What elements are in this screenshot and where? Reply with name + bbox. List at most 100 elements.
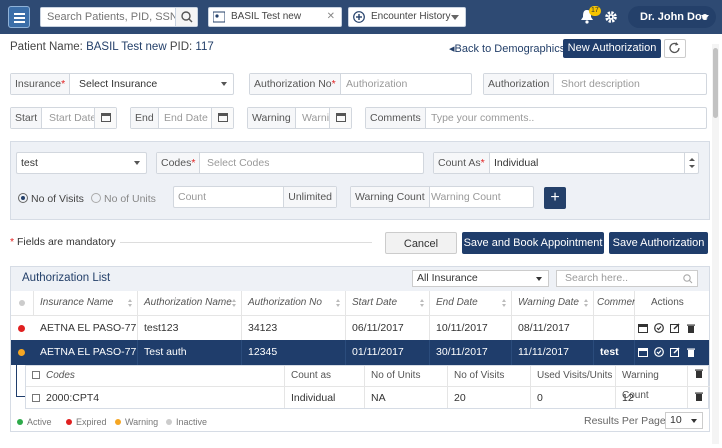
calendar-icon[interactable] — [638, 323, 648, 333]
warning-count-label: Warning Count — [351, 187, 430, 207]
start-date-input[interactable]: Start Date — [45, 108, 95, 128]
cell-warning-date: 11/11/2017 — [512, 340, 594, 365]
sub-column-used: Used Visits/Units — [531, 366, 616, 386]
check-circle-icon[interactable] — [654, 347, 664, 357]
calendar-icon[interactable] — [211, 108, 233, 128]
insurance-select[interactable]: Insurance* Select Insurance — [10, 73, 234, 95]
radio-no-of-visits[interactable]: No of Visits — [18, 193, 84, 205]
cancel-button[interactable]: Cancel — [385, 232, 457, 254]
trash-icon[interactable] — [688, 386, 710, 408]
patient-search-input[interactable] — [41, 8, 177, 26]
check-circle-icon[interactable] — [654, 323, 664, 333]
save-authorization-button[interactable]: Save Authorization — [609, 232, 708, 254]
patient-card-icon — [213, 11, 225, 23]
list-header: Authorization List All Insurance Search … — [11, 267, 709, 291]
row-checkbox[interactable] — [32, 394, 40, 402]
chevron-down-icon[interactable] — [451, 15, 459, 20]
codes-field[interactable]: Codes* Select Codes — [156, 152, 424, 174]
trash-icon[interactable] — [688, 366, 710, 386]
radio-no-of-units[interactable]: No of Units — [91, 193, 156, 205]
warning-date-input[interactable]: Warning — [298, 108, 331, 128]
cell-start-date: 06/11/2017 — [346, 316, 430, 341]
trash-icon[interactable] — [686, 347, 696, 357]
table-row[interactable]: AETNA EL PASO-77 test123 34123 06/11/201… — [11, 315, 709, 341]
save-and-book-button[interactable]: Save and Book Appointment — [462, 232, 604, 254]
comments-label: Comments — [366, 108, 426, 128]
chevron-down-icon — [134, 161, 140, 165]
pid-label: PID: — [169, 41, 193, 53]
codes-label: Codes* — [157, 153, 201, 173]
cell-insurance: AETNA EL PASO-77 — [34, 340, 138, 365]
chevron-down-icon — [701, 15, 709, 20]
calendar-icon[interactable] — [638, 347, 648, 357]
patient-search[interactable] — [40, 7, 198, 27]
hamburger-menu-icon[interactable] — [8, 6, 30, 28]
back-label: Back to Demographics — [454, 43, 566, 55]
legend-warning: Warning — [115, 417, 158, 427]
search-icon[interactable] — [175, 8, 197, 26]
sub-column-visits: No of Visits — [448, 366, 531, 386]
comments-input[interactable]: Type your comments.. — [427, 108, 534, 128]
warning-count-input[interactable]: Warning Count — [427, 187, 501, 207]
tab-patient[interactable]: BASIL Test new ✕ — [208, 7, 342, 27]
top-bar: BASIL Test new ✕ Encounter History 17 Dr… — [0, 0, 722, 34]
edit-icon[interactable] — [670, 323, 680, 333]
column-insurance-name[interactable]: Insurance Name — [34, 291, 138, 315]
sub-column-codes: Codes — [26, 366, 285, 386]
authorization-no-field[interactable]: Authorization No* Authorization — [249, 73, 472, 95]
column-authorization-no[interactable]: Authorization No — [242, 291, 346, 315]
refresh-button[interactable] — [664, 39, 686, 58]
end-date-input[interactable]: End Date — [160, 108, 212, 128]
new-authorization-button[interactable]: New Authorization — [563, 39, 661, 58]
type-select[interactable]: test — [16, 152, 147, 174]
scrollbar[interactable] — [712, 44, 719, 444]
calendar-icon[interactable] — [329, 108, 351, 128]
count-input[interactable]: Count — [174, 187, 206, 207]
authorization-list: Authorization List All Insurance Search … — [10, 266, 710, 432]
gear-icon[interactable] — [604, 10, 618, 24]
type-value: test — [21, 157, 38, 169]
authorization-description-input[interactable]: Short description — [557, 74, 640, 94]
table-row-selected[interactable]: AETNA EL PASO-77 Test auth 12345 01/11/2… — [11, 340, 709, 365]
legend-expired: Expired — [66, 417, 107, 427]
authorization-no-label: Authorization No* — [250, 74, 341, 94]
warning-count-field[interactable]: Warning Count Warning Count — [350, 186, 534, 208]
end-date-field[interactable]: End End Date — [130, 107, 234, 129]
select-all-checkbox[interactable] — [32, 371, 40, 379]
divider — [120, 242, 372, 243]
stepper-icon[interactable] — [684, 153, 698, 173]
insurance-label: Insurance* — [11, 74, 71, 94]
column-warning-date[interactable]: Warning Date — [512, 291, 594, 315]
patient-pid: 117 — [195, 41, 214, 53]
warning-date-field[interactable]: Warning Warning — [247, 107, 352, 129]
results-per-page-select[interactable]: 10 — [665, 412, 703, 429]
trash-icon[interactable] — [686, 323, 696, 333]
tab-encounter-history[interactable]: Encounter History — [348, 7, 466, 27]
start-date-field[interactable]: Start Start Date — [10, 107, 117, 129]
results-per-page-label: Results Per Page — [584, 415, 666, 427]
count-as-label: Count As* — [434, 153, 490, 173]
unlimited-toggle[interactable]: Unlimited — [283, 187, 336, 207]
authorization-description-field[interactable]: Authorization Short description — [483, 73, 707, 95]
user-name: Dr. John Doe — [640, 11, 708, 23]
chevron-down-icon — [221, 82, 227, 86]
codes-input[interactable]: Select Codes — [203, 153, 269, 173]
list-search-input[interactable]: Search here.. — [556, 270, 698, 287]
count-as-field[interactable]: Count As* Individual — [433, 152, 699, 174]
cell-comments — [594, 316, 635, 341]
edit-icon[interactable] — [670, 347, 680, 357]
insurance-filter-select[interactable]: All Insurance — [412, 270, 549, 287]
column-end-date[interactable]: End Date — [430, 291, 512, 315]
calendar-icon[interactable] — [94, 108, 116, 128]
add-code-button[interactable]: + — [544, 187, 566, 209]
comments-field[interactable]: Comments Type your comments.. — [365, 107, 707, 129]
count-field[interactable]: Count Unlimited — [173, 186, 337, 208]
authorization-no-input[interactable]: Authorization — [342, 74, 407, 94]
column-authorization-name[interactable]: Authorization Name — [138, 291, 242, 315]
column-actions: Actions — [635, 291, 709, 315]
warning-status-icon — [18, 349, 25, 356]
column-start-date[interactable]: Start Date — [346, 291, 430, 315]
close-icon[interactable]: ✕ — [327, 8, 335, 26]
user-menu[interactable]: Dr. John Doe — [628, 6, 716, 28]
back-to-demographics-link[interactable]: ◂Back to Demographics — [449, 42, 565, 55]
